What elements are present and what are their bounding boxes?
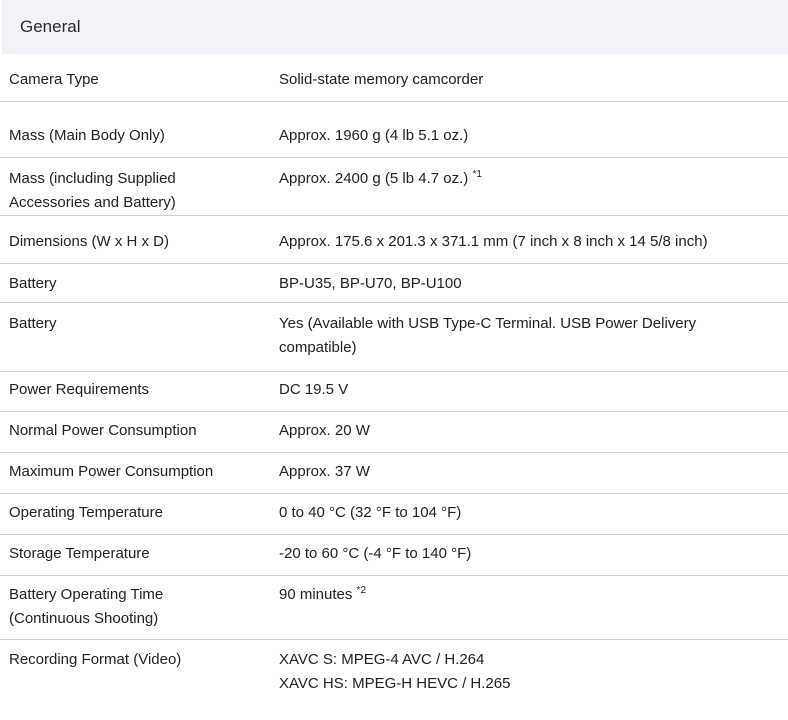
footnote-marker: *1 [472, 169, 482, 180]
spec-value-line: compatible) [279, 339, 357, 356]
spec-row-camera-type: Camera Type Solid-state memory camcorder [0, 54, 788, 102]
spec-label: Mass (including Supplied Accessories and… [9, 167, 249, 215]
spec-label: Camera Type [9, 71, 99, 88]
spec-label: Storage Temperature [9, 545, 150, 562]
spec-value: Yes (Available with USB Type-C Terminal.… [279, 312, 779, 360]
spec-row-normal-power: Normal Power Consumption Approx. 20 W [0, 412, 788, 453]
spec-value: Approx. 1960 g (4 lb 5.1 oz.) [279, 127, 469, 144]
spec-label-line: (Continuous Shooting) [9, 610, 159, 627]
spec-label-line: Accessories and Battery) [9, 194, 176, 211]
spec-row-storage-temperature: Storage Temperature -20 to 60 °C (-4 °F … [0, 535, 788, 576]
spec-value: -20 to 60 °C (-4 °F to 140 °F) [279, 545, 472, 562]
spec-label: Maximum Power Consumption [9, 463, 214, 480]
spec-value: BP-U35, BP-U70, BP-U100 [279, 275, 462, 292]
spec-row-recording-format-video: Recording Format (Video) XAVC S: MPEG-4 … [0, 640, 788, 720]
section-header-general[interactable]: General [2, 0, 788, 54]
footnote-marker: *2 [356, 585, 366, 596]
spec-label-line: Battery Operating Time [9, 586, 164, 603]
spec-label: Mass (Main Body Only) [9, 127, 165, 144]
spec-row-power-requirements: Power Requirements DC 19.5 V [0, 372, 788, 412]
spec-row-maximum-power: Maximum Power Consumption Approx. 37 W [0, 453, 788, 494]
spec-row-dimensions: Dimensions (W x H x D) Approx. 175.6 x 2… [0, 216, 788, 264]
spec-value: Approx. 2400 g (5 lb 4.7 oz.) *1 [279, 167, 779, 191]
spec-value-line: Yes (Available with USB Type-C Terminal.… [279, 315, 697, 332]
spec-row-operating-temperature: Operating Temperature 0 to 40 °C (32 °F … [0, 494, 788, 535]
spec-row-mass-main-body: Mass (Main Body Only) Approx. 1960 g (4 … [0, 102, 788, 158]
spec-value: Approx. 20 W [279, 422, 370, 439]
spec-value: 90 minutes *2 [279, 583, 779, 607]
spec-row-battery: Battery BP-U35, BP-U70, BP-U100 [0, 264, 788, 303]
spec-label: Operating Temperature [9, 504, 163, 521]
spec-label: Battery [9, 275, 57, 292]
spec-value: XAVC S: MPEG-4 AVC / H.264 XAVC HS: MPEG… [279, 648, 779, 696]
section-title: General [20, 17, 81, 36]
spec-label: Dimensions (W x H x D) [9, 233, 170, 250]
spec-value: Solid-state memory camcorder [279, 71, 484, 88]
spec-label: Battery Operating Time (Continuous Shoot… [9, 583, 249, 631]
spec-value-text: Approx. 2400 g (5 lb 4.7 oz.) [279, 170, 469, 187]
spec-row-mass-with-accessories: Mass (including Supplied Accessories and… [0, 158, 788, 216]
spec-value: 0 to 40 °C (32 °F to 104 °F) [279, 504, 462, 521]
spec-value: DC 19.5 V [279, 381, 349, 398]
spec-label: Recording Format (Video) [9, 651, 182, 668]
spec-label-line: Mass (including Supplied [9, 170, 176, 187]
spec-value-text: 90 minutes [279, 586, 353, 603]
spec-label: Battery [9, 315, 57, 332]
spec-value: Approx. 37 W [279, 463, 370, 480]
spec-label: Normal Power Consumption [9, 422, 197, 439]
spec-label: Power Requirements [9, 381, 150, 398]
spec-value-line: XAVC S: MPEG-4 AVC / H.264 [279, 651, 485, 668]
spec-row-battery-usb: Battery Yes (Available with USB Type-C T… [0, 303, 788, 372]
spec-value-line: XAVC HS: MPEG-H HEVC / H.265 [279, 675, 511, 692]
spec-row-battery-operating-time: Battery Operating Time (Continuous Shoot… [0, 576, 788, 640]
spec-value: Approx. 175.6 x 201.3 x 371.1 mm (7 inch… [279, 233, 708, 250]
